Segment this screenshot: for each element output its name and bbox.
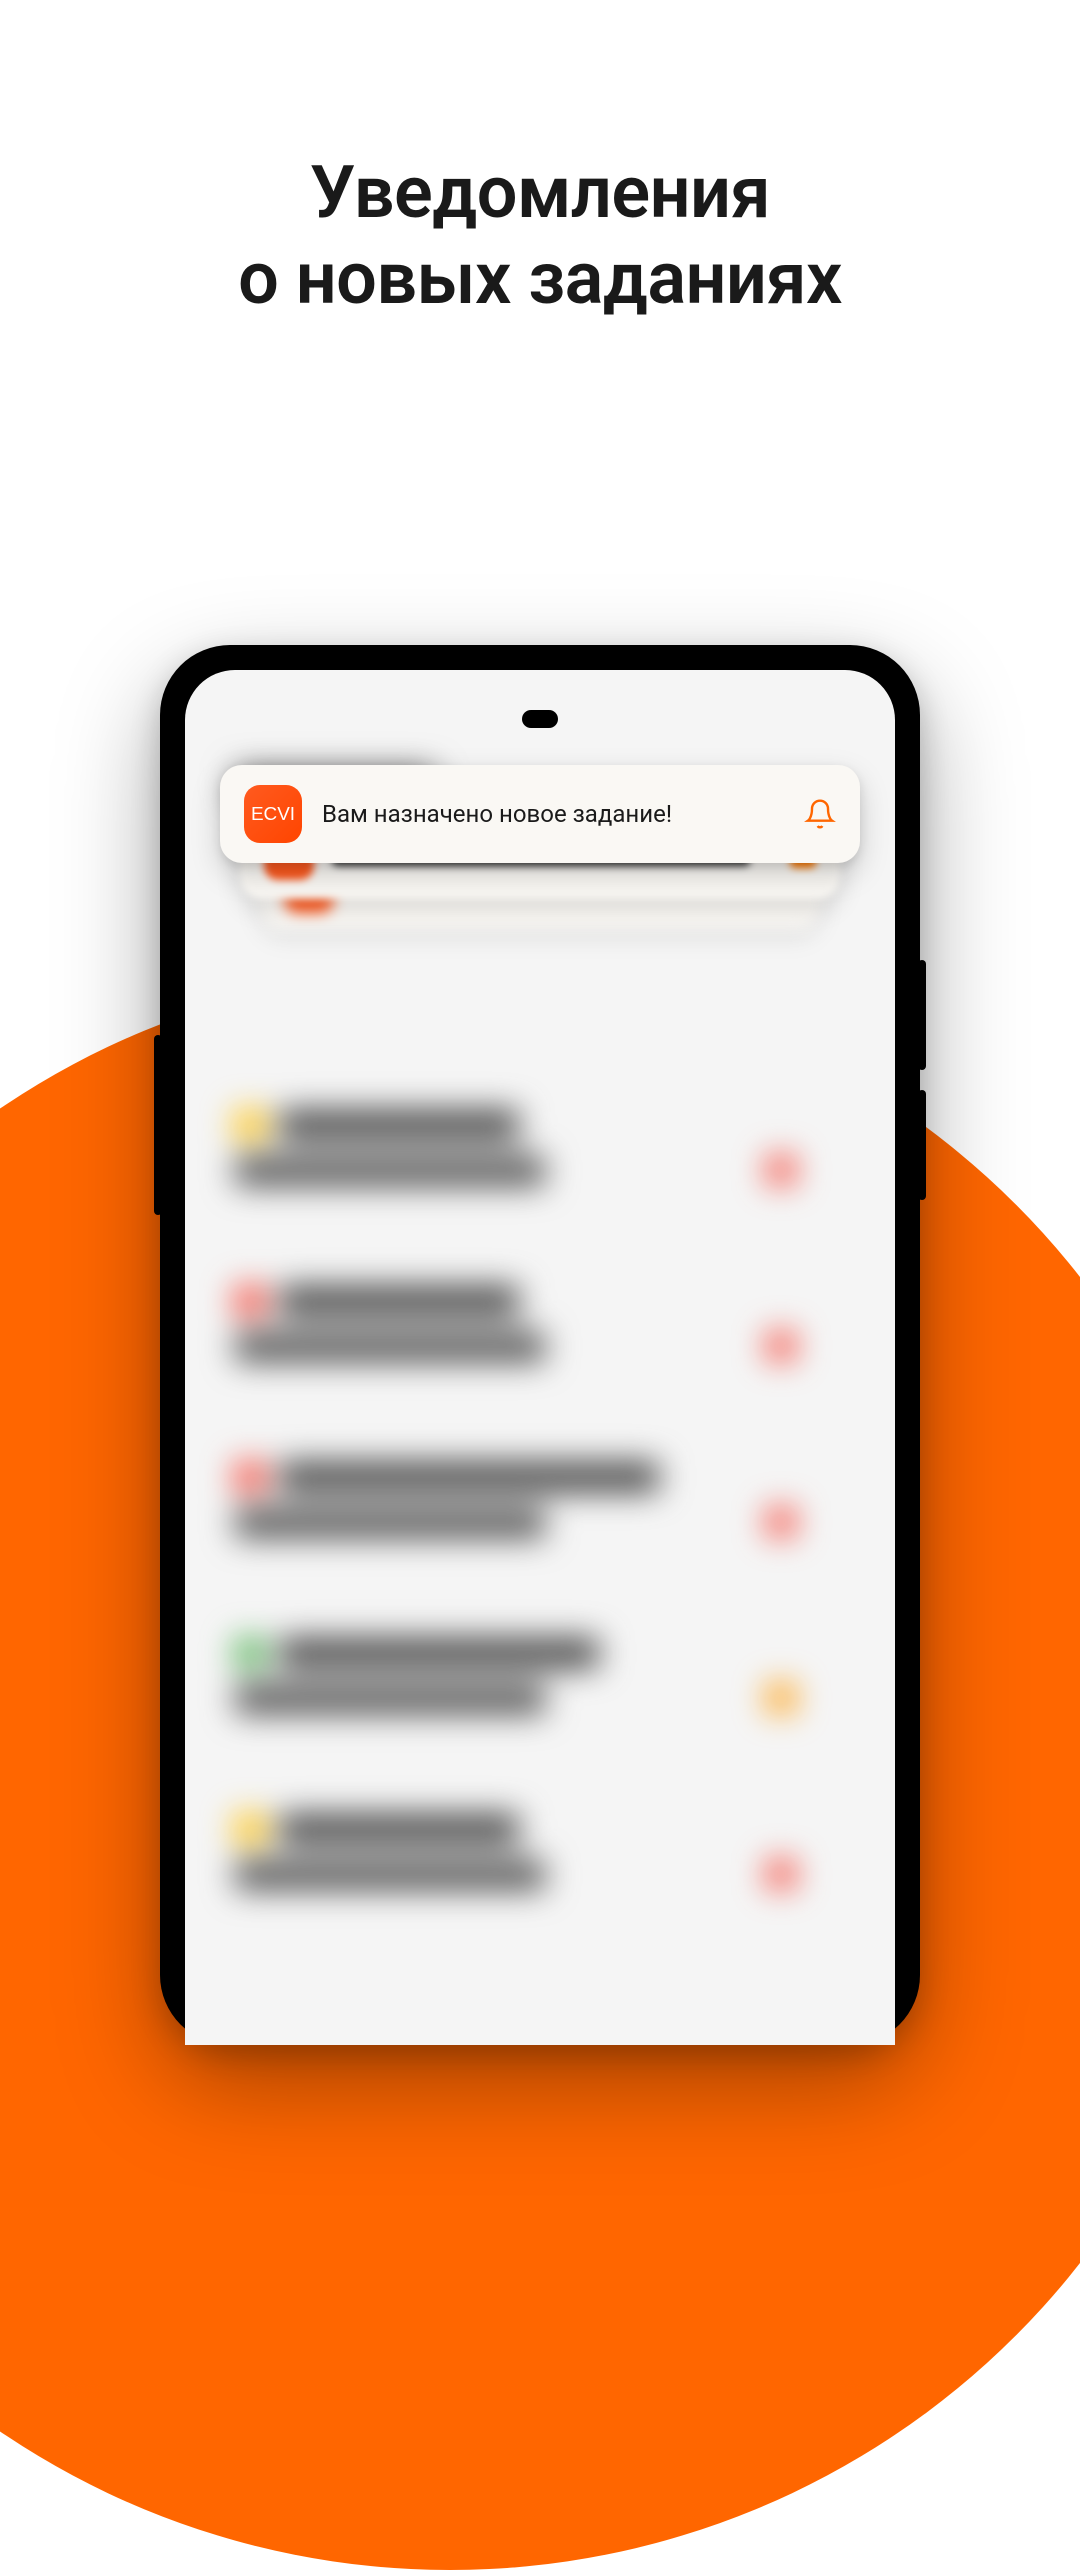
- phone-screen: ECVI Вам назначено новое задание!: [185, 670, 895, 2045]
- phone-side-button: [918, 1090, 926, 1200]
- headline-line-1: Уведомления: [310, 150, 770, 235]
- page-headline: Уведомления о новых заданиях: [0, 0, 1080, 323]
- app-icon: ECVI: [244, 785, 302, 843]
- phone-mockup: ECVI Вам назначено новое задание!: [160, 645, 920, 2045]
- notification-stack: ECVI Вам назначено новое задание!: [220, 765, 860, 929]
- app-icon-label: ECVI: [251, 804, 295, 825]
- phone-side-button: [154, 1035, 162, 1215]
- notification-message: Вам назначено новое задание!: [322, 800, 790, 828]
- bell-icon: [804, 798, 836, 830]
- headline-line-2: о новых заданиях: [238, 236, 842, 321]
- camera-notch: [522, 710, 558, 728]
- notification-card[interactable]: ECVI Вам назначено новое задание!: [220, 765, 860, 863]
- phone-side-button: [918, 960, 926, 1070]
